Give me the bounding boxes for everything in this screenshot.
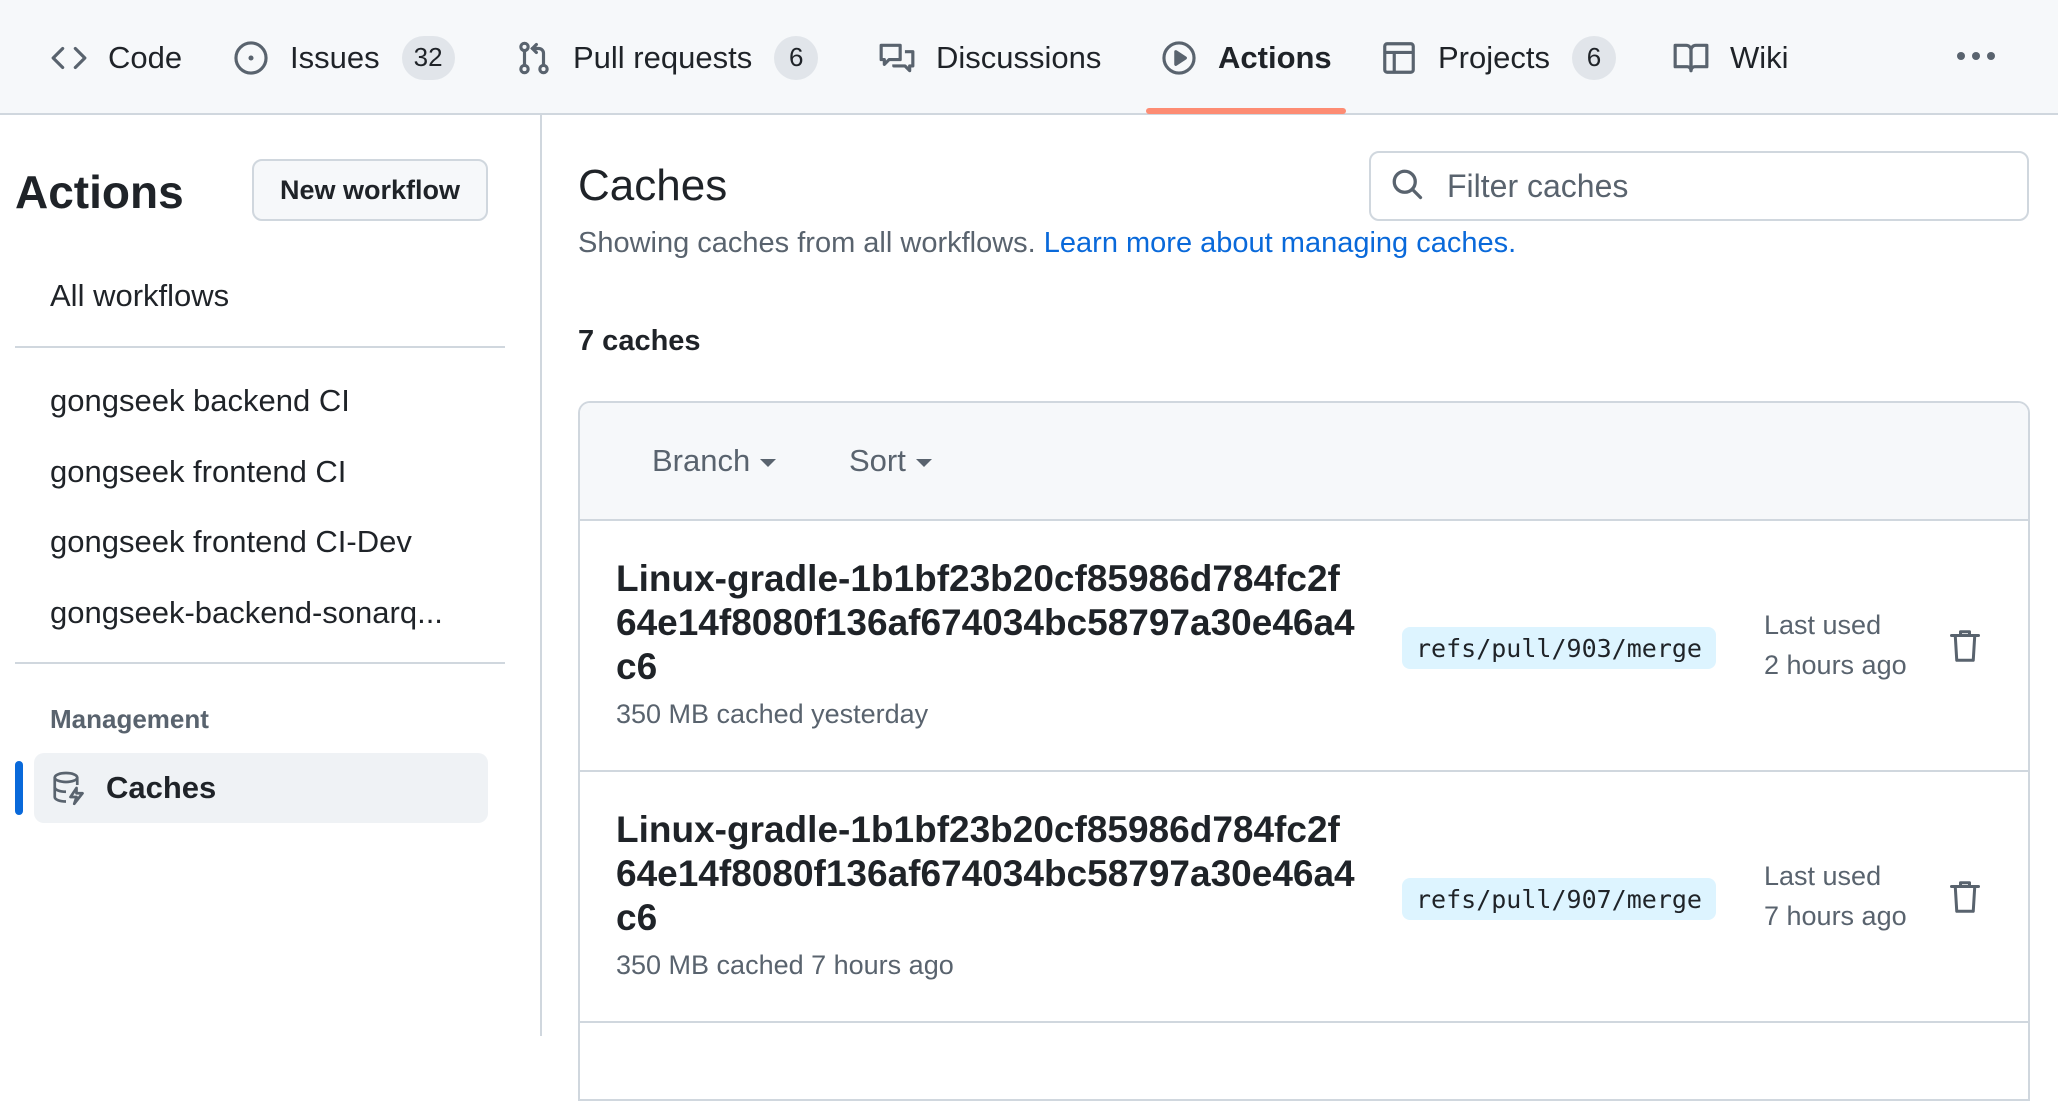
tab-label: Wiki [1730,39,1789,75]
sidebar-item-label: Caches [106,770,217,805]
sidebar-item-workflow[interactable]: gongseek-backend-sonarq... [50,595,470,631]
last-used: Last used 7 hours ago [1764,856,1907,936]
filter-caches-field[interactable] [1369,151,2029,221]
tab-label: Actions [1218,39,1332,75]
sidebar-item-all-workflows[interactable]: All workflows [50,278,470,314]
cache-list-header: Branch Sort [580,403,2028,521]
active-tab-indicator [1146,108,1346,114]
filter-caches-input[interactable] [1445,166,2005,206]
sidebar-divider [15,662,505,664]
last-used-label: Last used [1764,861,1882,891]
table-icon [1380,39,1418,77]
projects-counter: 6 [1571,35,1616,80]
dropdown-label: Sort [849,443,906,478]
more-options-button[interactable] [1952,34,2000,82]
git-pull-request-icon [515,39,553,77]
actions-sidebar: Actions New workflow All workflows gongs… [0,115,542,1036]
tab-label: Projects [1438,39,1550,75]
cache-meta: 350 MB cached 7 hours ago [616,950,954,980]
dropdown-label: Branch [652,443,751,478]
branch-filter-dropdown[interactable]: Branch [652,443,777,479]
last-used-value: 7 hours ago [1764,901,1907,931]
delete-cache-button[interactable] [1942,876,1988,922]
table-row: Linux-gradle-1b1bf23b20cf85986d784fc2f64… [580,521,2028,772]
cache-key[interactable]: Linux-gradle-1b1bf23b20cf85986d784fc2f64… [616,557,1356,689]
comment-discussion-icon [878,39,916,77]
book-icon [1672,39,1710,77]
repo-nav: Code Issues 32 Pull requests 6 Discussio… [0,0,2058,115]
last-used: Last used 2 hours ago [1764,605,1907,685]
tab-pull-requests[interactable]: Pull requests 6 [515,0,819,115]
cache-meta: 350 MB cached yesterday [616,699,929,729]
page-title: Caches [578,161,728,210]
page-subtitle: Showing caches from all workflows. Learn… [578,227,1516,260]
issues-counter: 32 [401,35,455,80]
triangle-down-icon [760,459,777,467]
tab-code[interactable]: Code [50,0,182,115]
cache-list: Branch Sort Linux-gradle-1b1bf23b20cf859… [578,401,2030,1101]
main-content: Caches Showing caches from all workflows… [544,115,2058,1101]
tab-discussions[interactable]: Discussions [878,0,1101,115]
cache-count: 7 caches [578,325,701,357]
new-workflow-button[interactable]: New workflow [252,159,488,221]
tab-label: Discussions [936,39,1102,75]
learn-more-link[interactable]: Learn more about managing caches. [1044,227,1516,259]
triangle-down-icon [915,459,932,467]
tab-actions[interactable]: Actions [1160,0,1332,115]
tab-issues[interactable]: Issues 32 [232,0,455,115]
sidebar-section-management: Management [50,704,209,734]
pull-requests-counter: 6 [774,35,819,80]
sidebar-divider [15,346,505,348]
sort-dropdown[interactable]: Sort [849,443,932,479]
subtitle-text: Showing caches from all workflows. [578,227,1036,259]
sidebar-item-caches[interactable]: Caches [34,753,488,823]
active-item-indicator [15,761,23,815]
sidebar-item-workflow[interactable]: gongseek frontend CI [50,454,470,490]
search-icon [1389,166,1445,207]
sidebar-title: Actions [15,166,184,218]
tab-projects[interactable]: Projects 6 [1380,0,1616,115]
tab-label: Issues [290,39,380,75]
delete-cache-button[interactable] [1942,625,1988,671]
trash-icon [1947,879,1983,920]
branch-tag: refs/pull/907/merge [1402,878,1716,920]
tab-label: Code [108,39,183,75]
sidebar-item-workflow[interactable]: gongseek frontend CI-Dev [50,524,470,560]
branch-tag: refs/pull/903/merge [1402,627,1716,669]
kebab-horizontal-icon [1956,49,1996,67]
database-icon [50,769,88,807]
cache-key[interactable]: Linux-gradle-1b1bf23b20cf85986d784fc2f64… [616,808,1356,940]
tab-wiki[interactable]: Wiki [1672,0,1789,115]
last-used-label: Last used [1764,610,1882,640]
play-icon [1160,39,1198,77]
code-icon [50,39,88,77]
tab-label: Pull requests [573,39,753,75]
table-row: Linux-gradle-1b1bf23b20cf85986d784fc2f64… [580,772,2028,1023]
sidebar-item-workflow[interactable]: gongseek backend CI [50,383,470,419]
trash-icon [1947,628,1983,669]
issue-opened-icon [232,39,270,77]
last-used-value: 2 hours ago [1764,650,1907,680]
